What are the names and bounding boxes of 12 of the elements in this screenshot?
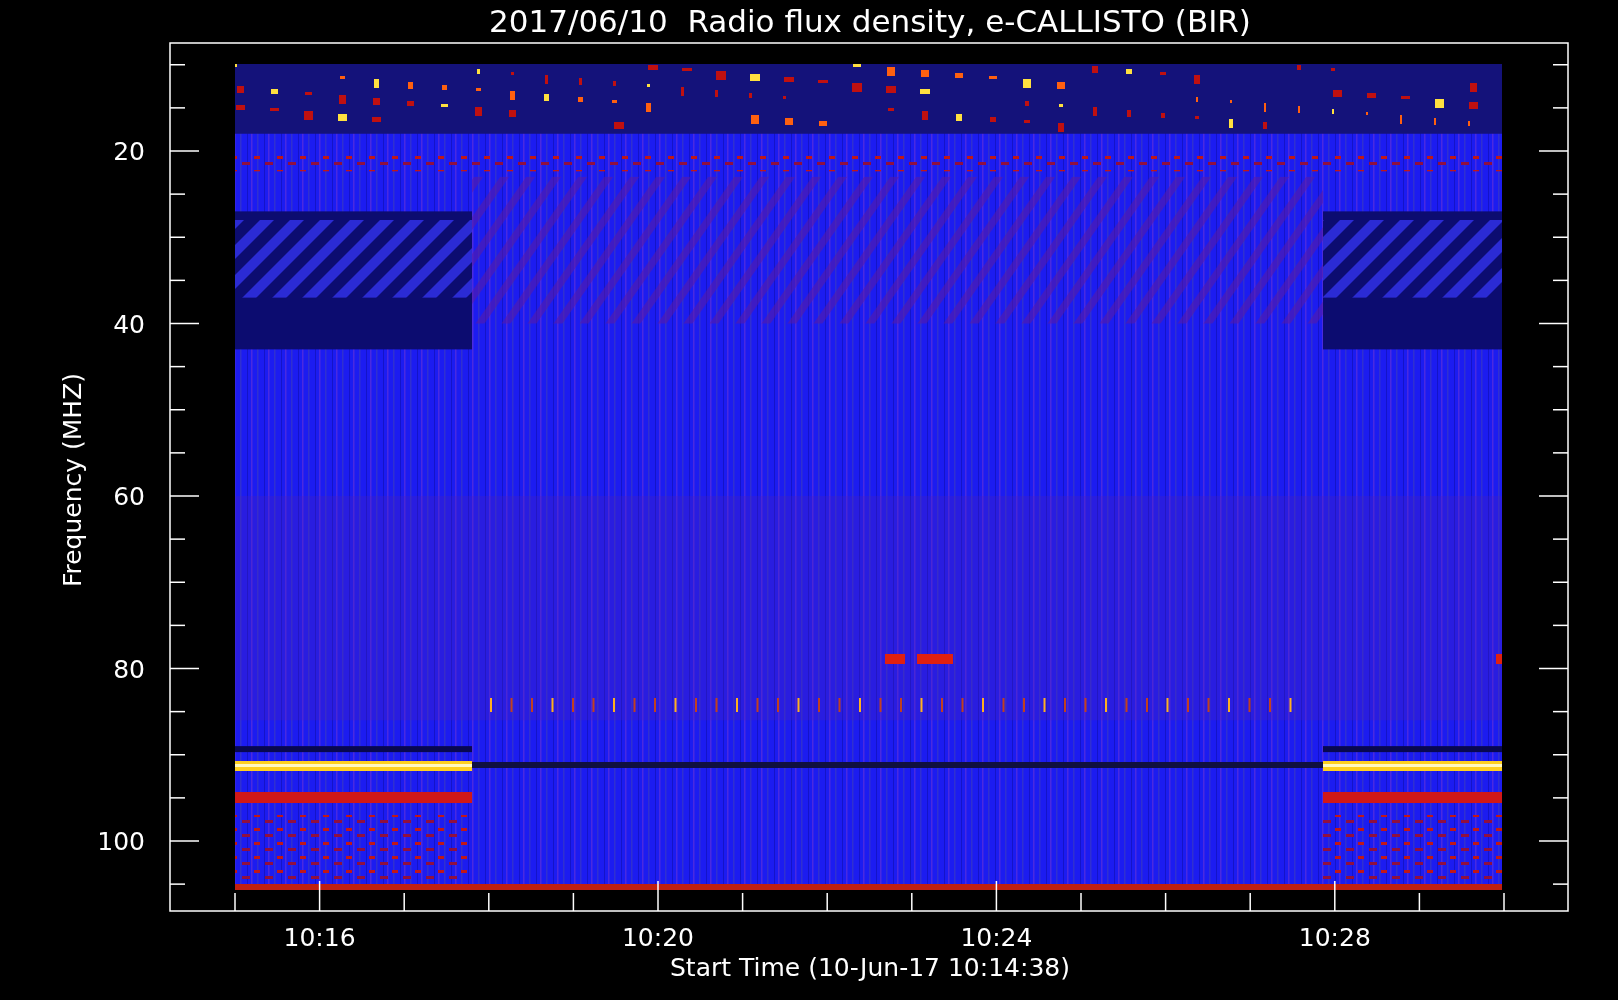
y-axis-label: Frequency (MHZ) (58, 372, 87, 588)
y-tick-label: 60 (113, 482, 145, 511)
x-tick-label: 10:16 (283, 923, 356, 952)
x-tick-label: 10:20 (622, 923, 694, 952)
x-tick-label: 10:28 (1298, 923, 1371, 952)
x-tick-label: 10:24 (960, 923, 1033, 952)
y-tick-label: 20 (113, 137, 145, 166)
chart-title: 2017/06/10 Radio flux density, e-CALLISTO (BIR) (489, 3, 1251, 39)
y-tick-label: 80 (113, 654, 145, 684)
y-tick-label: 100 (97, 827, 145, 856)
y-tick-label: 40 (113, 309, 145, 339)
x-axis-label: Start Time (10-Jun-17 10:14:38) (670, 953, 1070, 982)
